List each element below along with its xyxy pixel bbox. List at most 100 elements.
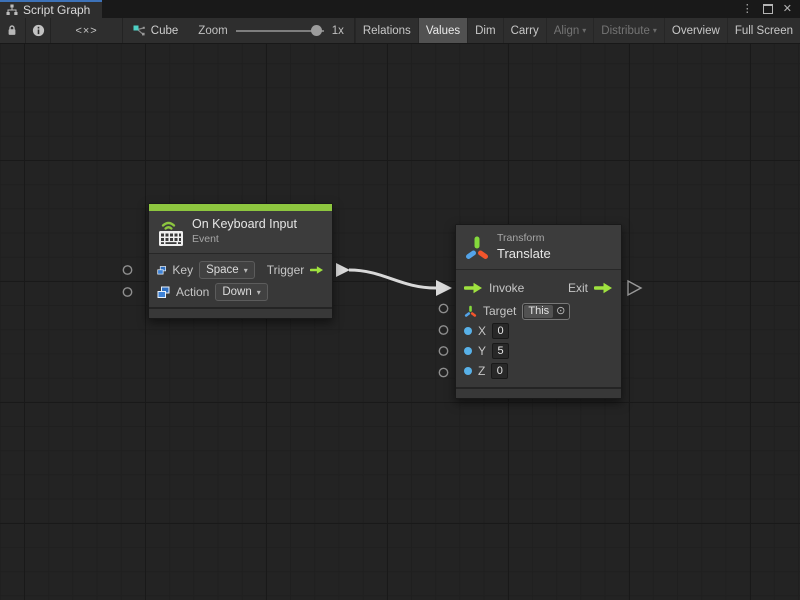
graph-hierarchy-icon bbox=[6, 4, 18, 16]
node-footer bbox=[149, 307, 332, 318]
chevron-down-icon: ▾ bbox=[582, 26, 586, 35]
toolbar-button-carry[interactable]: Carry bbox=[503, 18, 546, 43]
menu-icon[interactable]: ⋮ bbox=[742, 4, 753, 15]
info-icon bbox=[32, 24, 45, 37]
y-row: Y 5 bbox=[456, 341, 621, 361]
object-picker-icon[interactable]: ⊙ bbox=[556, 306, 565, 317]
zoom-slider-thumb[interactable] bbox=[311, 25, 322, 36]
lock-button[interactable] bbox=[0, 18, 26, 43]
trigger-output-port[interactable] bbox=[336, 263, 350, 277]
info-button[interactable] bbox=[26, 18, 52, 43]
x-label: X bbox=[478, 324, 486, 338]
chevron-down-icon: ▾ bbox=[653, 26, 657, 35]
value-input-port-target[interactable] bbox=[439, 304, 447, 312]
button-label: Relations bbox=[363, 25, 411, 37]
value-input-port-y[interactable] bbox=[439, 347, 447, 355]
node-body: Key Space ▾ Trigger bbox=[149, 254, 332, 307]
node-subtitle: Event bbox=[192, 233, 297, 247]
button-label: Dim bbox=[475, 25, 495, 37]
invoke-label: Invoke bbox=[489, 281, 524, 295]
z-label: Z bbox=[478, 364, 485, 378]
toolbar-button-fullscreen[interactable]: Full Screen bbox=[727, 18, 800, 43]
flow-arrow-icon bbox=[464, 282, 483, 294]
tab-bar: Script Graph ⋮ ✕ bbox=[0, 0, 800, 18]
key-dropdown-value: Space bbox=[206, 264, 239, 276]
keyboard-icon bbox=[158, 217, 184, 247]
value-input-port-key[interactable] bbox=[123, 266, 131, 274]
key-dropdown[interactable]: Space ▾ bbox=[199, 261, 255, 279]
toolbar-button-group: Relations Values Dim Carry Align ▾ Distr… bbox=[355, 18, 800, 43]
button-label: Distribute bbox=[601, 25, 650, 37]
node-transform-translate[interactable]: Transform Translate Invoke Exit bbox=[455, 224, 622, 399]
node-category: Transform bbox=[497, 232, 551, 246]
flow-arrow-icon bbox=[310, 264, 324, 276]
target-object-field[interactable]: This ⊙ bbox=[522, 303, 570, 320]
graph-node-icon bbox=[133, 25, 145, 37]
toolbar-button-overview[interactable]: Overview bbox=[664, 18, 727, 43]
transform-mini-icon bbox=[464, 305, 477, 318]
action-dropdown[interactable]: Down ▾ bbox=[215, 283, 267, 301]
node-on-keyboard-input[interactable]: On Keyboard Input Event Key Space ▾ bbox=[148, 203, 333, 319]
graph-target-label: Cube bbox=[151, 25, 179, 37]
node-header[interactable]: Transform Translate bbox=[456, 225, 621, 270]
button-label: Full Screen bbox=[735, 25, 793, 37]
toolbar-button-values[interactable]: Values bbox=[418, 18, 467, 43]
connection-wire[interactable] bbox=[349, 270, 436, 288]
toolbar: <×> Cube Zoom 1x Relations Values bbox=[0, 18, 800, 44]
trigger-label: Trigger bbox=[267, 263, 305, 277]
action-row: Action Down ▾ bbox=[149, 281, 332, 303]
code-view-button[interactable]: <×> bbox=[51, 18, 122, 43]
lock-icon bbox=[6, 24, 18, 37]
button-label: Values bbox=[426, 25, 460, 37]
target-row: Target This ⊙ bbox=[456, 301, 621, 321]
key-label: Key bbox=[172, 263, 193, 277]
y-input[interactable]: 5 bbox=[492, 343, 509, 359]
zoom-value: 1x bbox=[332, 25, 344, 37]
target-object-value: This bbox=[524, 305, 553, 318]
action-label: Action bbox=[176, 285, 209, 299]
code-icon: <×> bbox=[75, 25, 97, 37]
toolbar-button-relations[interactable]: Relations bbox=[355, 18, 418, 43]
key-row: Key Space ▾ Trigger bbox=[149, 259, 332, 281]
window-controls: ⋮ ✕ bbox=[742, 0, 800, 18]
z-row: Z 0 bbox=[456, 361, 621, 381]
button-label: Carry bbox=[511, 25, 539, 37]
button-label: Align bbox=[554, 25, 580, 37]
invoke-input-port[interactable] bbox=[436, 280, 452, 296]
toolbar-button-distribute[interactable]: Distribute ▾ bbox=[593, 18, 664, 43]
value-literal-icon bbox=[157, 264, 166, 277]
node-title: On Keyboard Input bbox=[192, 217, 297, 233]
chevron-down-icon: ▾ bbox=[257, 288, 261, 297]
invoke-row: Invoke Exit bbox=[456, 275, 621, 301]
connections-overlay bbox=[0, 44, 800, 600]
value-input-port-action[interactable] bbox=[123, 288, 131, 296]
graph-target[interactable]: Cube bbox=[123, 18, 189, 43]
zoom-control: Zoom 1x bbox=[188, 18, 355, 43]
action-dropdown-value: Down bbox=[222, 286, 251, 298]
value-literal-icon bbox=[157, 286, 170, 299]
node-header[interactable]: On Keyboard Input Event bbox=[149, 211, 332, 254]
toolbar-button-dim[interactable]: Dim bbox=[467, 18, 502, 43]
node-footer bbox=[456, 387, 621, 398]
value-input-port-z[interactable] bbox=[439, 368, 447, 376]
close-icon[interactable]: ✕ bbox=[783, 4, 792, 15]
node-title: Translate bbox=[497, 246, 551, 262]
value-input-port-x[interactable] bbox=[439, 326, 447, 334]
toolbar-button-align[interactable]: Align ▾ bbox=[546, 18, 594, 43]
y-label: Y bbox=[478, 344, 486, 358]
maximize-icon[interactable] bbox=[763, 4, 773, 14]
z-input[interactable]: 0 bbox=[491, 363, 508, 379]
chevron-down-icon: ▾ bbox=[244, 266, 248, 275]
event-accent-bar bbox=[149, 204, 332, 211]
x-input[interactable]: 0 bbox=[492, 323, 509, 339]
graph-canvas[interactable]: On Keyboard Input Event Key Space ▾ bbox=[0, 44, 800, 600]
transform-icon bbox=[465, 234, 489, 260]
exit-output-port[interactable] bbox=[628, 281, 641, 295]
value-port-dot-icon bbox=[464, 327, 472, 335]
zoom-slider[interactable] bbox=[236, 25, 324, 37]
exit-label: Exit bbox=[568, 281, 588, 295]
tab-script-graph[interactable]: Script Graph bbox=[0, 0, 102, 18]
value-port-dot-icon bbox=[464, 367, 472, 375]
node-body: Invoke Exit Target bbox=[456, 270, 621, 387]
button-label: Overview bbox=[672, 25, 720, 37]
